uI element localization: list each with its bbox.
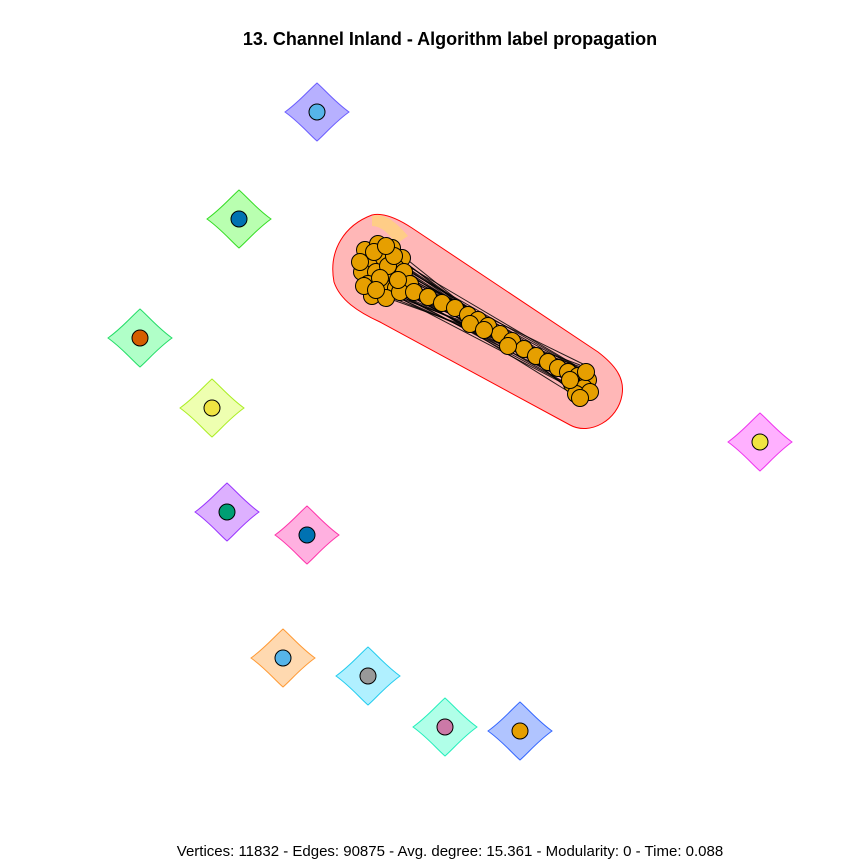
singleton-community [179, 378, 245, 438]
singleton-communities [107, 82, 793, 761]
graph-stats-footer: Vertices: 11832 - Edges: 90875 - Avg. de… [176, 843, 724, 860]
graph-node [389, 271, 407, 289]
graph-node [511, 722, 529, 740]
graph-node [218, 503, 236, 521]
singleton-community [412, 697, 478, 757]
graph-node [131, 329, 149, 347]
singleton-community [194, 482, 260, 542]
network-graph [107, 82, 793, 761]
singleton-community [335, 646, 401, 706]
graph-node [274, 649, 292, 667]
graph-node [561, 371, 579, 389]
graph-node [751, 433, 769, 451]
graph-node [298, 526, 316, 544]
graph-node [203, 399, 221, 417]
graph-node [230, 210, 248, 228]
graph-node [475, 321, 493, 339]
singleton-community [727, 412, 793, 472]
graph-node [499, 337, 517, 355]
singleton-community [107, 308, 173, 368]
graph-node [577, 363, 595, 381]
singleton-community [284, 82, 350, 142]
singleton-community [206, 189, 272, 249]
graph-node [359, 667, 377, 685]
singleton-community [487, 701, 553, 761]
graph-node [351, 253, 369, 271]
singleton-community [274, 505, 340, 565]
main-cluster [332, 213, 624, 430]
graph-node [308, 103, 326, 121]
singleton-community [250, 628, 316, 688]
graph-node [436, 718, 454, 736]
graph-node [367, 281, 385, 299]
graph-node [571, 389, 589, 407]
graph-node [377, 237, 395, 255]
